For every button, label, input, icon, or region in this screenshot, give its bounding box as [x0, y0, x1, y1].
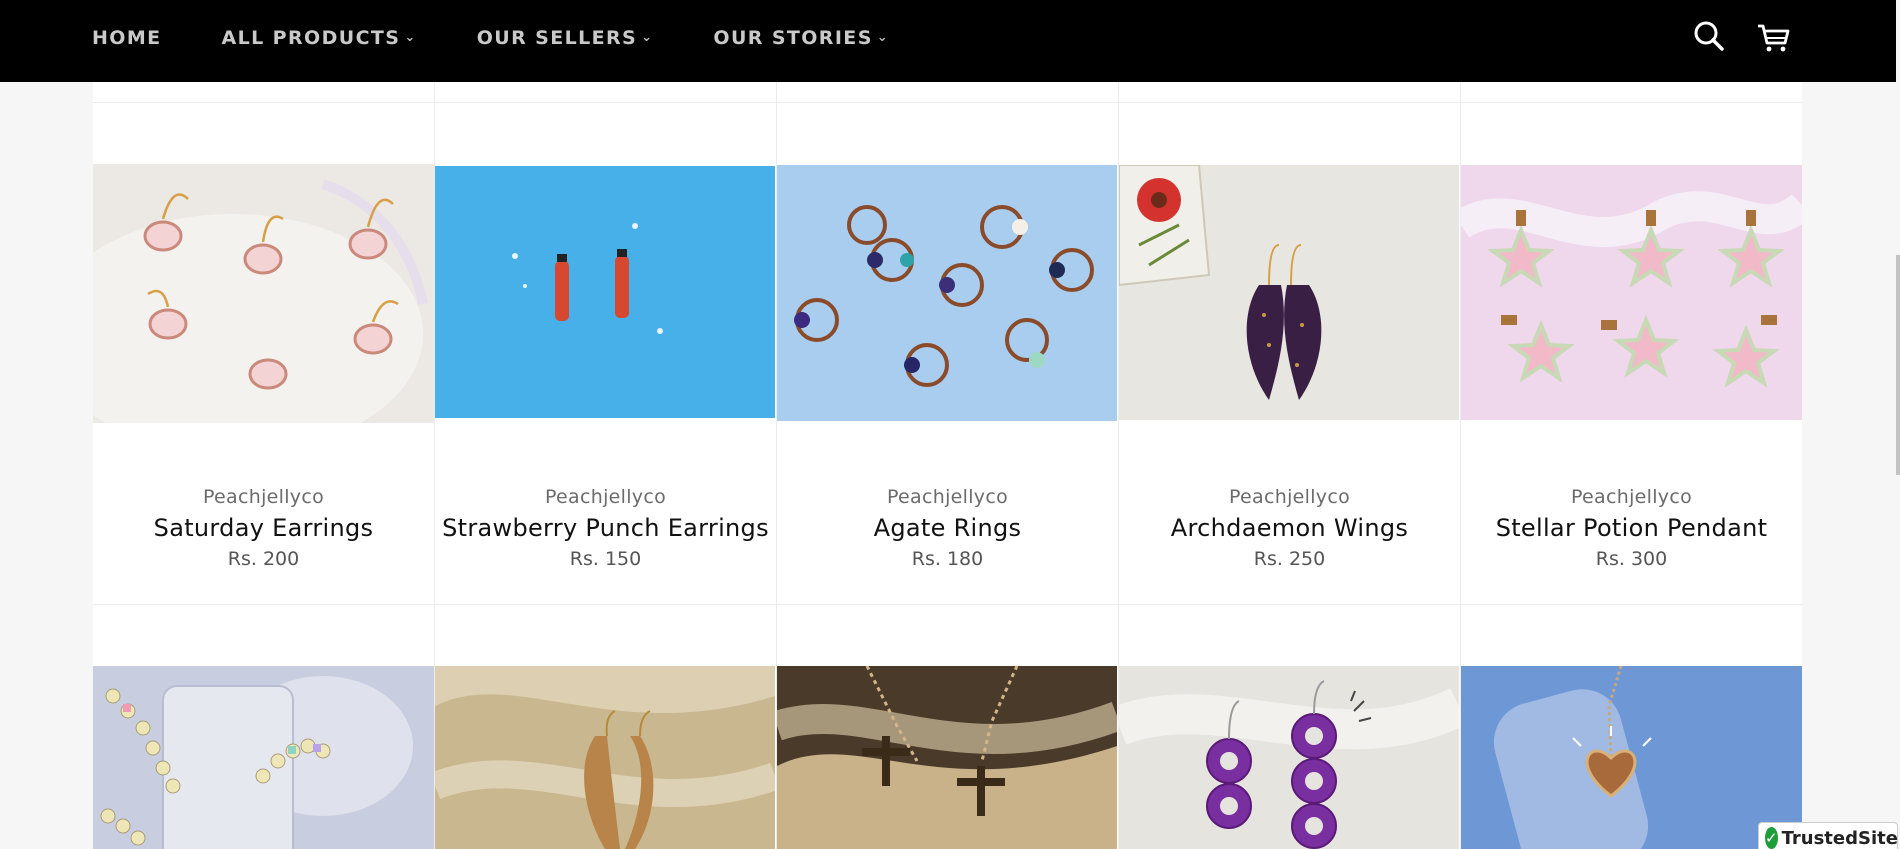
- product-card[interactable]: [93, 604, 434, 849]
- product-vendor[interactable]: Peachjellyco: [1119, 486, 1460, 508]
- product-card[interactable]: Peachjellyco Saturday Earrings Rs. 200: [93, 82, 434, 604]
- product-card[interactable]: Peachjellyco Strawberry Punch Earrings R…: [435, 82, 776, 604]
- product-image[interactable]: [1119, 165, 1459, 420]
- site-header: HOME ALL PRODUCTS ⌄ OUR SELLERS ⌄ OUR STOR…: [0, 0, 1896, 82]
- product-price: Rs. 150: [569, 548, 642, 570]
- product-price: Rs. 300: [1595, 548, 1668, 570]
- product-meta: Peachjellyco Saturday Earrings Rs. 200: [93, 486, 434, 570]
- product-meta: Peachjellyco Archdaemon Wings Rs. 250: [1119, 486, 1460, 570]
- nav-all-products[interactable]: ALL PRODUCTS ⌄: [222, 27, 417, 49]
- product-price: Rs. 250: [1253, 548, 1326, 570]
- product-card[interactable]: Peachjellyco Stellar Potion Pendant Rs. …: [1461, 82, 1802, 604]
- chevron-down-icon: ⌄: [641, 29, 654, 45]
- product-title[interactable]: Stellar Potion Pendant: [1461, 514, 1802, 542]
- product-price: Rs. 180: [911, 548, 984, 570]
- nav-our-sellers[interactable]: OUR SELLERS ⌄: [477, 27, 654, 49]
- product-card[interactable]: [435, 604, 776, 849]
- product-title[interactable]: Archdaemon Wings: [1119, 514, 1460, 542]
- product-image[interactable]: [435, 666, 775, 849]
- product-image[interactable]: [435, 166, 775, 418]
- chevron-down-icon: ⌄: [404, 29, 417, 45]
- product-card[interactable]: Peachjellyco Archdaemon Wings Rs. 250: [1119, 82, 1460, 604]
- product-image[interactable]: [777, 666, 1117, 849]
- product-title[interactable]: Strawberry Punch Earrings: [435, 514, 776, 542]
- trusted-site-badge[interactable]: ✓ TrustedSite: [1758, 822, 1898, 849]
- product-meta: Peachjellyco Strawberry Punch Earrings R…: [435, 486, 776, 570]
- cart-icon[interactable]: [1752, 16, 1794, 58]
- product-image[interactable]: [1461, 165, 1802, 420]
- product-meta: Peachjellyco Stellar Potion Pendant Rs. …: [1461, 486, 1802, 570]
- product-title[interactable]: Agate Rings: [777, 514, 1118, 542]
- product-price: Rs. 200: [227, 548, 300, 570]
- search-icon[interactable]: [1688, 16, 1730, 58]
- trusted-site-label: TrustedSite: [1781, 827, 1898, 849]
- product-card[interactable]: [777, 604, 1118, 849]
- check-icon: ✓: [1765, 827, 1778, 849]
- product-card[interactable]: [1461, 604, 1802, 849]
- product-image[interactable]: [93, 164, 434, 423]
- product-meta: Peachjellyco Agate Rings Rs. 180: [777, 486, 1118, 570]
- product-vendor[interactable]: Peachjellyco: [435, 486, 776, 508]
- product-vendor[interactable]: Peachjellyco: [93, 486, 434, 508]
- scrollbar-thumb[interactable]: [1896, 255, 1900, 475]
- product-image[interactable]: [93, 666, 434, 849]
- product-grid: Peachjellyco Saturday Earrings Rs. 200 P…: [93, 82, 1802, 849]
- product-vendor[interactable]: Peachjellyco: [1461, 486, 1802, 508]
- product-vendor[interactable]: Peachjellyco: [777, 486, 1118, 508]
- product-title[interactable]: Saturday Earrings: [93, 514, 434, 542]
- chevron-down-icon: ⌄: [876, 29, 890, 45]
- main-nav: HOME ALL PRODUCTS ⌄ OUR SELLERS ⌄ OUR STOR…: [92, 0, 949, 76]
- nav-home[interactable]: HOME: [92, 27, 162, 49]
- product-image[interactable]: [1119, 666, 1459, 849]
- nav-our-stories[interactable]: OUR STORIES ⌄: [713, 27, 889, 49]
- product-card[interactable]: Peachjellyco Agate Rings Rs. 180: [777, 82, 1118, 604]
- product-image[interactable]: [777, 165, 1117, 421]
- product-card[interactable]: [1119, 604, 1460, 849]
- product-image[interactable]: [1461, 666, 1802, 849]
